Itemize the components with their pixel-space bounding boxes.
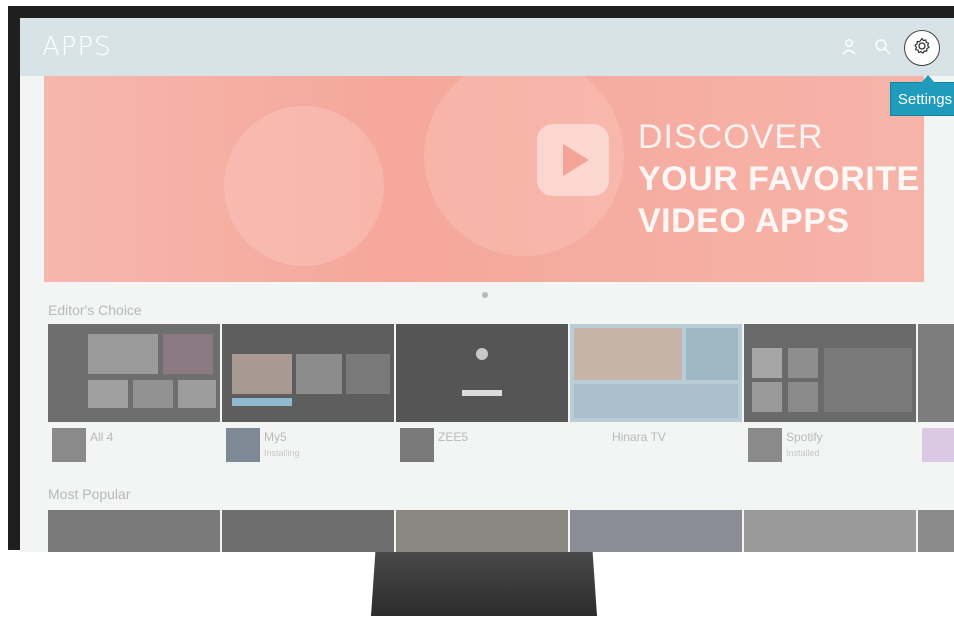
apps-header: APPS: [20, 18, 954, 76]
play-icon: [537, 124, 609, 196]
app-name: Hinara TV: [612, 430, 666, 444]
app-tile-partial[interactable]: [918, 324, 954, 466]
app-info: My5 Installing: [222, 424, 394, 466]
section-title-most-popular: Most Popular: [48, 486, 131, 502]
search-icon[interactable]: [872, 36, 894, 58]
settings-button[interactable]: [904, 30, 940, 66]
app-logo: [226, 428, 260, 462]
app-tile-spotify[interactable]: Spotify Installed: [744, 324, 916, 466]
app-name: ZEE5: [438, 430, 469, 444]
popular-app-tile[interactable]: [570, 510, 742, 552]
gear-icon: [912, 36, 932, 61]
app-status: Installing: [264, 448, 300, 458]
popular-app-tile[interactable]: [918, 510, 954, 552]
app-tile-hinara-tv[interactable]: Hinara TV: [570, 324, 742, 466]
tv-stand: [371, 550, 597, 616]
popular-app-tile[interactable]: [396, 510, 568, 552]
app-tile-zee5[interactable]: ZEE5: [396, 324, 568, 466]
app-screenshot: [570, 324, 742, 422]
app-name: All 4: [90, 430, 114, 444]
app-screenshot: [48, 324, 220, 422]
popular-app-tile[interactable]: [48, 510, 220, 552]
app-screenshot: [744, 324, 916, 422]
app-logo: [574, 428, 608, 462]
popular-app-tile[interactable]: [222, 510, 394, 552]
banner-headline-1: DISCOVER: [638, 118, 824, 156]
tv-bezel: APPS DISCOVER YOUR FAVORITE VIDEO APPS E…: [8, 6, 954, 552]
app-info: ZEE5: [396, 424, 568, 466]
app-status: Installed: [786, 448, 820, 458]
settings-tooltip: Settings: [890, 75, 954, 116]
app-logo: [748, 428, 782, 462]
app-info: Hinara TV: [570, 424, 742, 466]
app-info: [918, 424, 954, 466]
section-title-editors-choice: Editor's Choice: [48, 302, 142, 318]
app-name: Spotify: [786, 430, 823, 444]
page-title: APPS: [42, 32, 112, 62]
app-tile-all4[interactable]: All 4: [48, 324, 220, 466]
app-logo: [922, 428, 954, 462]
app-screenshot: [222, 324, 394, 422]
app-screenshot: [396, 324, 568, 422]
app-tile-my5[interactable]: My5 Installing: [222, 324, 394, 466]
app-name: My5: [264, 430, 287, 444]
app-logo: [400, 428, 434, 462]
banner-glow: [224, 106, 384, 266]
popular-app-tile[interactable]: [744, 510, 916, 552]
app-logo: [52, 428, 86, 462]
app-info: All 4: [48, 424, 220, 466]
banner-headline-3: VIDEO APPS: [638, 202, 850, 240]
person-icon[interactable]: [838, 36, 860, 58]
banner-headline-2: YOUR FAVORITE: [638, 160, 920, 198]
app-info: Spotify Installed: [744, 424, 916, 466]
promo-banner[interactable]: DISCOVER YOUR FAVORITE VIDEO APPS: [44, 76, 924, 282]
most-popular-row: [48, 510, 954, 552]
carousel-indicator: [482, 292, 488, 298]
app-screenshot: [918, 324, 954, 422]
tv-screen: APPS DISCOVER YOUR FAVORITE VIDEO APPS E…: [20, 18, 954, 552]
